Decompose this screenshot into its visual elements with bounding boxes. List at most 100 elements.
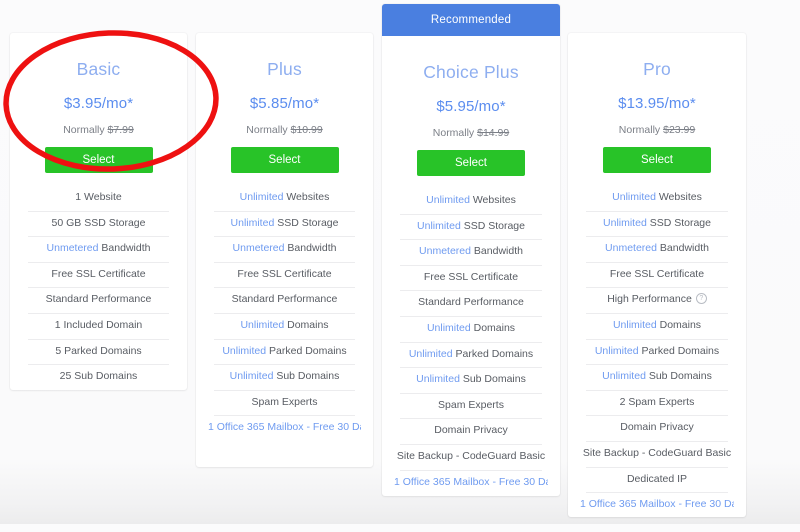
feature-text: SSD Storage bbox=[460, 219, 525, 232]
normally-label: Normally bbox=[618, 124, 661, 136]
plan-price: $5.95/mo* bbox=[436, 98, 506, 115]
feature-text: 25 Sub Domains bbox=[59, 370, 138, 383]
feature-highlight: Unmetered bbox=[46, 242, 99, 255]
plan-normal-price: Normally $14.99 bbox=[394, 115, 548, 139]
feature-text: Bandwidth bbox=[284, 242, 337, 255]
feature-highlight: Unlimited bbox=[426, 194, 470, 206]
feature-text: 1 Office 365 Mailbox - Free 30 Days bbox=[208, 421, 361, 434]
pricing-card-pro: Pro $13.95/mo* Normally $23.99 Select Unlimi… bbox=[568, 33, 746, 517]
select-button-plus[interactable]: Select bbox=[230, 147, 339, 173]
feature-text: 1 Website bbox=[75, 191, 122, 203]
feature-item: Unlimited SSD Storage bbox=[394, 213, 548, 240]
info-icon[interactable]: ? bbox=[695, 293, 707, 305]
normally-label: Normally bbox=[432, 127, 475, 139]
pricing-card-plus: Plus $5.85/mo* Normally $10.99 Select Unlimi… bbox=[196, 33, 373, 467]
feature-text: Site Backup - CodeGuard Basic bbox=[582, 446, 732, 459]
feature-text: 1 Included Domain bbox=[54, 318, 143, 331]
select-button-pro[interactable]: Select bbox=[603, 147, 711, 173]
plan-title: Pro bbox=[643, 59, 671, 79]
feature-item: High Performance? bbox=[580, 287, 734, 313]
card-body: Plus $5.85/mo* Normally $10.99 Select Unlimi… bbox=[196, 33, 373, 455]
feature-text: Standard Performance bbox=[45, 293, 152, 306]
feature-item: Unlimited Parked Domains bbox=[208, 338, 361, 365]
feature-item[interactable]: 1 Office 365 Mailbox - Free 30 Days bbox=[580, 492, 734, 518]
feature-item: Free SSL Certificate bbox=[22, 261, 175, 288]
feature-item: Domain Privacy bbox=[394, 418, 548, 444]
feature-text: Websites bbox=[655, 191, 702, 203]
feature-text: Dedicated IP bbox=[626, 472, 688, 485]
feature-item: 25 Sub Domains bbox=[22, 364, 175, 390]
pricing-card-basic: Basic $3.95/mo* Normally $7.99 Select 1 Webs… bbox=[10, 33, 187, 390]
feature-text: Domains bbox=[656, 318, 702, 331]
feature-text: Parked Domains bbox=[266, 344, 347, 357]
select-button-basic[interactable]: Select bbox=[44, 147, 153, 173]
feature-text: Free SSL Certificate bbox=[237, 267, 332, 280]
feature-highlight: Unlimited bbox=[230, 216, 275, 229]
feature-item[interactable]: 1 Office 365 Mailbox - Free 30 Days bbox=[394, 469, 548, 496]
plan-normal-price: Normally $10.99 bbox=[208, 112, 361, 136]
feature-text: Parked Domains bbox=[638, 344, 720, 357]
feature-highlight: Unmetered bbox=[419, 245, 471, 258]
feature-text: Standard Performance bbox=[418, 296, 524, 309]
plan-normal-price: Normally $23.99 bbox=[580, 112, 734, 136]
feature-highlight: Unlimited bbox=[239, 191, 284, 203]
plan-normal-price: Normally $7.99 bbox=[22, 112, 175, 136]
feature-text: Site Backup - CodeGuard Basic bbox=[396, 449, 546, 462]
plan-title: Choice Plus bbox=[423, 62, 519, 82]
feature-item: Unlimited Domains bbox=[208, 312, 361, 339]
feature-item: Site Backup - CodeGuard Basic bbox=[394, 443, 548, 470]
feature-text: SSD Storage bbox=[274, 216, 339, 229]
feature-item: Unlimited SSD Storage bbox=[208, 210, 361, 237]
feature-text: 1 Office 365 Mailbox - Free 30 Days bbox=[580, 498, 734, 511]
feature-text: SSD Storage bbox=[646, 216, 711, 229]
feature-item: Unlimited Parked Domains bbox=[394, 341, 548, 368]
normally-price-value: $23.99 bbox=[663, 124, 696, 136]
feature-text: 2 Spam Experts bbox=[619, 395, 695, 408]
feature-item: Unlimited SSD Storage bbox=[580, 210, 734, 237]
pricing-card-choice-plus: Recommended Choice Plus $5.95/mo* Normally … bbox=[382, 4, 560, 496]
feature-highlight: Unlimited bbox=[603, 216, 647, 229]
feature-item[interactable]: 1 Office 365 Mailbox - Free 30 Days bbox=[208, 415, 361, 441]
feature-item: Site Backup - CodeGuard Basic bbox=[580, 440, 734, 467]
feature-item: Free SSL Certificate bbox=[394, 264, 548, 291]
feature-text: Bandwidth bbox=[98, 242, 151, 255]
pricing-page: Basic $3.95/mo* Normally $7.99 Select 1 Webs… bbox=[0, 0, 800, 524]
feature-item: Spam Experts bbox=[208, 389, 361, 416]
feature-highlight: Unlimited bbox=[612, 318, 657, 331]
feature-item: Unlimited Domains bbox=[394, 315, 548, 342]
feature-item: Unlimited Sub Domains bbox=[394, 367, 548, 393]
feature-item: Unlimited Parked Domains bbox=[580, 338, 734, 365]
normally-price-value: $14.99 bbox=[477, 127, 510, 139]
feature-item: Unmetered Bandwidth bbox=[394, 239, 548, 265]
feature-item: Unmetered Bandwidth bbox=[22, 236, 175, 262]
feature-item: Unlimited Websites bbox=[394, 188, 548, 214]
feature-highlight: Unlimited bbox=[417, 219, 461, 232]
feature-text: 1 Office 365 Mailbox - Free 30 Days bbox=[394, 475, 548, 488]
plan-price: $13.95/mo* bbox=[618, 95, 696, 112]
feature-highlight: Unmetered bbox=[605, 242, 657, 255]
feature-highlight: Unlimited bbox=[416, 373, 460, 386]
feature-highlight: Unlimited bbox=[408, 347, 453, 360]
feature-text: Free SSL Certificate bbox=[51, 267, 146, 280]
normally-label: Normally bbox=[246, 124, 288, 136]
feature-text: Sub Domains bbox=[273, 370, 340, 383]
select-button-choice-plus[interactable]: Select bbox=[417, 150, 525, 176]
feature-text: Domains bbox=[470, 321, 516, 334]
feature-highlight: Unlimited bbox=[602, 370, 646, 383]
feature-text: 50 GB SSD Storage bbox=[51, 216, 146, 229]
feature-highlight: Unmetered bbox=[232, 242, 285, 255]
feature-text: Bandwidth bbox=[657, 242, 709, 255]
feature-item: Free SSL Certificate bbox=[208, 261, 361, 288]
feature-text: Free SSL Certificate bbox=[609, 267, 705, 280]
feature-highlight: Unlimited bbox=[594, 344, 639, 357]
feature-text: Bandwidth bbox=[471, 245, 523, 258]
normally-price-value: $7.99 bbox=[107, 124, 134, 136]
card-body: Choice Plus $5.95/mo* Normally $14.99 Selec… bbox=[382, 4, 560, 509]
feature-item: Standard Performance bbox=[22, 287, 175, 313]
feature-item: Unlimited Sub Domains bbox=[580, 364, 734, 390]
feature-text: Free SSL Certificate bbox=[423, 270, 519, 283]
feature-text: Spam Experts bbox=[251, 395, 318, 408]
feature-item: Standard Performance bbox=[394, 290, 548, 316]
feature-item: 1 Included Domain bbox=[22, 312, 175, 339]
feature-text: Parked Domains bbox=[452, 347, 534, 360]
